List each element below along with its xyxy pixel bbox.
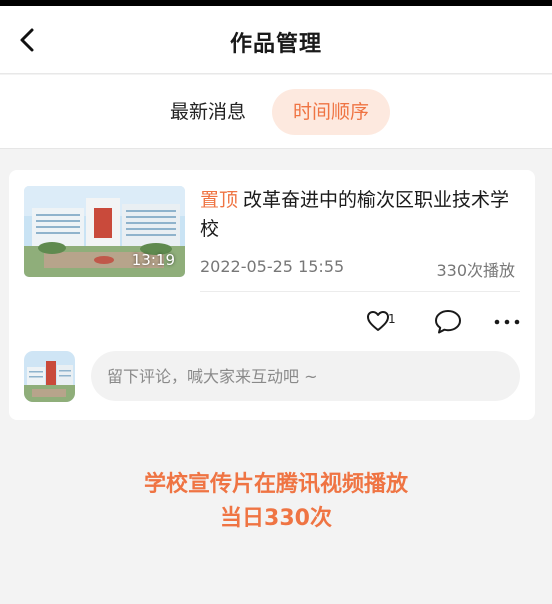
video-thumbnail[interactable]: 13:19 (24, 186, 185, 277)
page-title: 作品管理 (229, 32, 322, 57)
tab-latest-news[interactable]: 最新消息 (170, 89, 246, 135)
play-count: 330次播放 (436, 261, 515, 280)
header: 作品管理 (0, 6, 552, 74)
divider (200, 291, 520, 292)
more-button[interactable] (492, 308, 522, 338)
video-title[interactable]: 置顶 改革奋进中的榆次区职业技术学校 (200, 186, 520, 244)
video-card: 13:19 置顶 改革奋进中的榆次区职业技术学校 2022-05-25 15:55… (9, 170, 535, 420)
comment-bubble-icon (435, 310, 461, 334)
like-count: 1 (388, 312, 396, 326)
comment-button[interactable] (433, 308, 463, 338)
pinned-badge: 置顶 (200, 189, 239, 211)
comment-input[interactable] (91, 351, 520, 401)
video-title-text: 改革奋进中的榆次区职业技术学校 (200, 189, 510, 240)
video-duration: 13:19 (131, 251, 175, 269)
more-dots-icon (494, 319, 520, 325)
avatar (24, 351, 75, 402)
school-avatar-image (24, 351, 75, 402)
caption-line-1: 学校宣传片在腾讯视频播放 (143, 472, 408, 497)
publish-date: 2022-05-25 15:55 (200, 257, 345, 276)
caption-line-2: 当日330次 (220, 506, 332, 531)
tab-bar: 最新消息 时间顺序 (0, 75, 552, 149)
heart-icon (367, 311, 389, 331)
tab-time-order[interactable]: 时间顺序 (272, 89, 390, 135)
like-button[interactable]: 1 (366, 308, 404, 338)
